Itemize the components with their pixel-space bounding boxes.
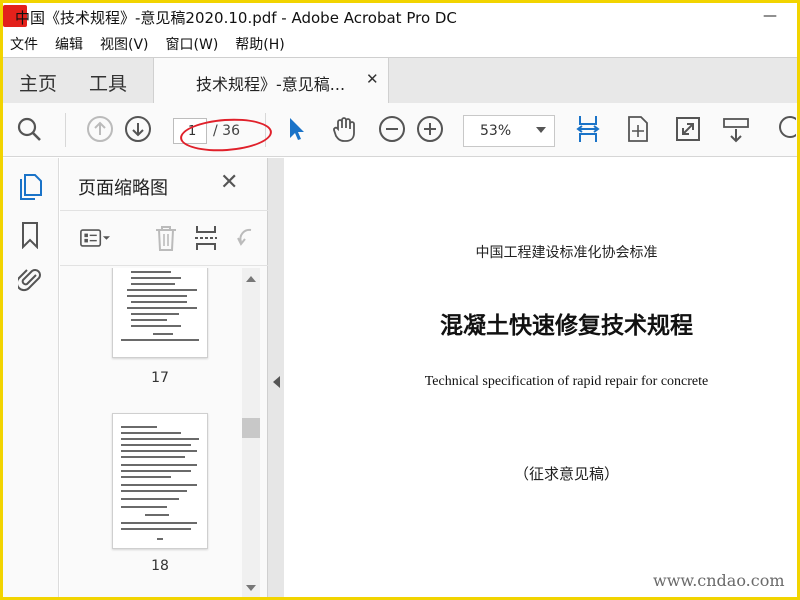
acrobat-window: 中国《技术规程》-意见稿2020.10.pdf - Adobe Acrobat … [3,3,797,597]
tab-tools[interactable]: 工具 [89,69,127,96]
comment-icon[interactable] [771,114,797,144]
panel-title: 页面缩略图 [78,178,168,199]
document-organization: 中国工程建设标准化协会标准 [475,245,658,261]
menu-file[interactable]: 文件 [10,34,38,54]
menu-bar: 文件 编辑 视图(V) 窗口(W) 帮助(H) [3,31,797,57]
zoom-out-icon[interactable] [377,114,407,144]
thumbnails-panel: 页面缩略图 ✕ 17 18 [60,158,268,597]
close-panel-icon[interactable]: ✕ [220,170,238,195]
select-cursor-icon[interactable] [281,114,311,144]
tab-bar: 主页 工具 技术规程》-意见稿... ✕ [3,57,797,104]
scroll-down-icon[interactable] [246,585,256,591]
minimize-button[interactable]: — [755,5,785,27]
page-thumbnail[interactable] [112,268,208,358]
scroll-up-icon[interactable] [246,276,256,282]
close-tab-icon[interactable]: ✕ [366,70,379,88]
menu-edit[interactable]: 编辑 [55,34,83,54]
hand-tool-icon[interactable] [329,114,359,144]
document-tab-label: 技术规程》-意见稿... [196,75,346,94]
attachment-icon[interactable] [15,264,45,294]
minimize-icon: — [763,8,777,24]
thumbnail-list: 17 18 [60,268,240,597]
chevron-down-icon [536,127,546,133]
rotate-page-icon[interactable] [230,223,260,253]
toolbar-separator [65,113,66,147]
page-number-label: 17 [151,370,169,386]
page-thumbnails-icon[interactable] [15,172,45,202]
title-bar: 中国《技术规程》-意见稿2020.10.pdf - Adobe Acrobat … [3,3,797,31]
fit-page-icon[interactable] [623,114,653,144]
bookmark-icon[interactable] [15,220,45,250]
navigation-rail [3,158,59,597]
tab-home[interactable]: 主页 [19,69,57,96]
delete-page-icon[interactable] [151,223,181,253]
page-thumbnail[interactable] [112,413,208,549]
zoom-value: 53% [480,123,512,139]
zoom-dropdown[interactable]: 53% [463,115,555,147]
thumbnail-toolbar [60,210,268,266]
thumbnail-scrollbar[interactable] [242,268,260,597]
menu-help[interactable]: 帮助(H) [235,34,284,54]
panel-collapse-handle[interactable] [268,158,284,597]
site-watermark: www.cndao.com [653,571,785,590]
next-page-icon[interactable] [123,114,153,144]
document-english-title: Technical specification of rapid repair … [424,374,709,389]
document-view[interactable]: 中国工程建设标准化协会标准 混凝土快速修复技术规程 Technical spec… [284,158,797,597]
document-draft-note: （征求意见稿） [513,465,619,483]
menu-view[interactable]: 视图(V) [100,34,149,54]
tab-document[interactable]: 技术规程》-意见稿... ✕ [153,58,389,104]
toolbar: / 36 53% [3,103,797,157]
insert-page-icon[interactable] [191,223,221,253]
scroll-thumb[interactable] [242,418,260,438]
scroll-mode-icon[interactable] [721,114,751,144]
fit-width-icon[interactable] [573,114,603,144]
search-icon[interactable] [14,114,44,144]
window-title: 中国《技术规程》-意见稿2020.10.pdf - Adobe Acrobat … [15,9,457,27]
zoom-in-icon[interactable] [415,114,445,144]
page-number-label: 18 [151,558,169,574]
options-menu-icon[interactable] [80,223,110,253]
full-screen-icon[interactable] [673,114,703,144]
chevron-left-icon [273,376,280,388]
previous-page-icon[interactable] [85,114,115,144]
document-title: 混凝土快速修复技术规程 [440,312,693,339]
menu-window[interactable]: 窗口(W) [166,34,219,54]
